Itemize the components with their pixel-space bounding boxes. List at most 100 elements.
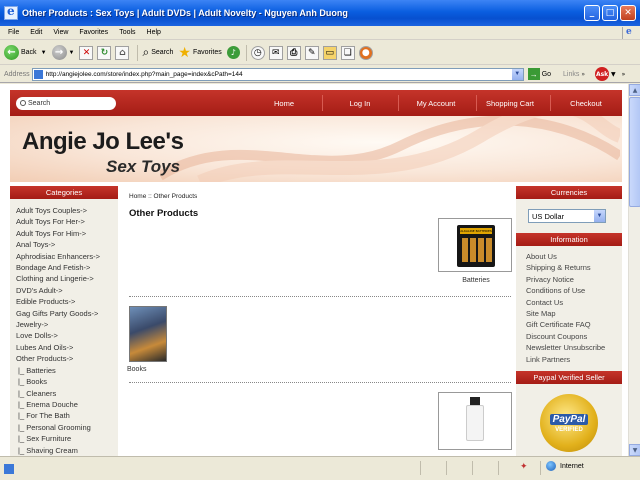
subcategory-link[interactable]: |_ For The Bath <box>16 410 118 421</box>
menu-edit[interactable]: Edit <box>30 29 42 36</box>
nav-divider <box>550 95 551 111</box>
category-link[interactable]: Adult Toys Couples-> <box>16 205 118 216</box>
messenger-icon[interactable]: ● <box>358 45 373 60</box>
product-name-batteries[interactable]: Batteries <box>438 277 514 284</box>
scroll-down-icon[interactable]: ▼ <box>629 444 640 456</box>
site-navbar: Search Home Log In My Account Shopping C… <box>10 90 622 116</box>
edit-icon[interactable]: ✎ <box>304 45 319 60</box>
subcategory-link[interactable]: |_ Personal Grooming <box>16 422 118 433</box>
address-dropdown-icon[interactable]: ▼ <box>511 68 523 80</box>
go-button[interactable]: → Go <box>527 68 551 80</box>
mail-icon[interactable]: ✉ <box>268 45 283 60</box>
category-link[interactable]: Edible Products-> <box>16 296 118 307</box>
category-link-active[interactable]: Other Products-> <box>16 353 118 364</box>
category-link[interactable]: Anal Toys-> <box>16 239 118 250</box>
links-chevron-icon[interactable]: » <box>581 71 585 78</box>
subcategory-link[interactable]: |_ Shaving Cream <box>16 445 118 456</box>
menu-view[interactable]: View <box>53 29 68 36</box>
category-link[interactable]: Adult Toys For Her-> <box>16 216 118 227</box>
vertical-scrollbar[interactable]: ▲ ▼ <box>628 84 640 456</box>
site-search-input[interactable]: Search <box>16 96 116 110</box>
category-link[interactable]: Lubes And Oils-> <box>16 342 118 353</box>
product-image-batteries[interactable]: ALKALINE BATTERIES <box>438 218 512 272</box>
menu-tools[interactable]: Tools <box>119 29 135 36</box>
minimize-button[interactable]: _ <box>584 5 600 21</box>
ie-app-icon[interactable] <box>4 4 18 20</box>
status-separator <box>420 461 421 475</box>
info-link[interactable]: Conditions of Use <box>526 285 622 296</box>
category-link[interactable]: Clothing and Lingerie-> <box>16 273 118 284</box>
paypal-badge-text: PayPal <box>549 413 589 425</box>
toolbar-chevron-icon[interactable]: » <box>622 71 626 78</box>
category-link[interactable]: Adult Toys For Him-> <box>16 228 118 239</box>
web-viewport[interactable]: Search Home Log In My Account Shopping C… <box>0 84 628 456</box>
category-link[interactable]: Gag Gifts Party Goods-> <box>16 308 118 319</box>
info-link[interactable]: Gift Certificate FAQ <box>526 319 622 330</box>
favorites-button[interactable]: ★ Favorites <box>178 44 221 61</box>
category-link[interactable]: Love Dolls-> <box>16 330 118 341</box>
subcategory-link[interactable]: |_ Sex Furniture <box>16 433 118 444</box>
windows-logo-icon: e <box>622 26 634 39</box>
category-link[interactable]: DVD's Adult-> <box>16 285 118 296</box>
subcategory-link[interactable]: |_ Batteries <box>16 365 118 376</box>
info-link[interactable]: Privacy Notice <box>526 274 622 285</box>
product-image-books[interactable] <box>129 306 167 362</box>
ask-dropdown-icon[interactable]: ▼ <box>611 71 616 78</box>
forward-button[interactable]: → ▼ <box>51 45 75 60</box>
menu-favorites[interactable]: Favorites <box>79 29 108 36</box>
info-link[interactable]: Newsletter Unsubscribe <box>526 342 622 353</box>
window-title-bar[interactable]: Other Products : Sex Toys | Adult DVDs |… <box>0 0 640 26</box>
product-name-books[interactable]: Books <box>127 366 182 373</box>
currency-select[interactable]: US Dollar ▼ <box>528 209 606 223</box>
info-link[interactable]: Link Partners <box>526 354 622 365</box>
breadcrumb[interactable]: Home :: Other Products <box>129 193 197 200</box>
menu-file[interactable]: File <box>8 29 19 36</box>
category-link[interactable]: Aphrodisiac Enhancers-> <box>16 251 118 262</box>
currency-selected-value: US Dollar <box>532 211 565 221</box>
scrollbar-thumb[interactable] <box>629 97 640 207</box>
links-button[interactable]: Links <box>563 71 579 78</box>
info-link[interactable]: Discount Coupons <box>526 331 622 342</box>
close-button[interactable]: ✕ <box>620 5 636 21</box>
subcategory-link[interactable]: |_ Cleaners <box>16 388 118 399</box>
research-icon[interactable]: ❏ <box>340 45 355 60</box>
category-link[interactable]: Jewelry-> <box>16 319 118 330</box>
subcategory-link[interactable]: |_ Books <box>16 376 118 387</box>
refresh-icon[interactable]: ↻ <box>97 45 112 60</box>
back-button[interactable]: ← Back ▼ <box>4 45 47 60</box>
info-link[interactable]: Shipping & Returns <box>526 262 622 273</box>
forward-dropdown-icon[interactable]: ▼ <box>69 50 75 56</box>
back-dropdown-icon[interactable]: ▼ <box>41 50 47 56</box>
product-card-cleaner[interactable] <box>438 392 514 450</box>
folder-icon[interactable]: ▭ <box>322 45 337 60</box>
nav-checkout[interactable]: Checkout <box>558 90 614 116</box>
history-icon[interactable]: ◷ <box>250 45 265 60</box>
nav-my-account[interactable]: My Account <box>404 90 468 116</box>
popup-blocker-icon[interactable]: ✦ <box>520 462 528 472</box>
stop-icon[interactable]: ✕ <box>79 45 94 60</box>
product-image-cleaner[interactable] <box>438 392 512 450</box>
product-card-batteries[interactable]: ALKALINE BATTERIES Batteries <box>438 218 514 284</box>
address-input[interactable]: http://angiejolee.com/store/index.php?ma… <box>31 67 524 81</box>
media-icon[interactable]: ♪ <box>226 46 240 59</box>
nav-shopping-cart[interactable]: Shopping Cart <box>478 90 542 116</box>
nav-home[interactable]: Home <box>258 90 310 116</box>
currency-dropdown-icon[interactable]: ▼ <box>594 210 605 222</box>
product-card-books[interactable]: Books <box>127 306 182 373</box>
ask-toolbar-icon[interactable]: Ask <box>595 67 610 81</box>
maximize-button[interactable]: □ <box>602 5 618 21</box>
category-link[interactable]: Bondage And Fetish-> <box>16 262 118 273</box>
subcategory-link[interactable]: |_ Enema Douche <box>16 399 118 410</box>
info-link[interactable]: About Us <box>526 251 622 262</box>
menu-help[interactable]: Help <box>147 29 161 36</box>
search-button[interactable]: ⌕ Search <box>142 45 173 60</box>
paypal-verified-badge[interactable]: PayPal VERIFIED <box>540 394 598 453</box>
home-icon[interactable]: ⌂ <box>115 45 130 60</box>
site-logo-title[interactable]: Angie Jo Lee's <box>22 128 184 156</box>
main-content: Home :: Other Products Other Products AL… <box>118 186 516 456</box>
info-link[interactable]: Site Map <box>526 308 622 319</box>
scroll-up-icon[interactable]: ▲ <box>629 84 640 96</box>
info-link[interactable]: Contact Us <box>526 297 622 308</box>
print-icon[interactable]: ⎙ <box>286 45 301 60</box>
nav-login[interactable]: Log In <box>334 90 386 116</box>
